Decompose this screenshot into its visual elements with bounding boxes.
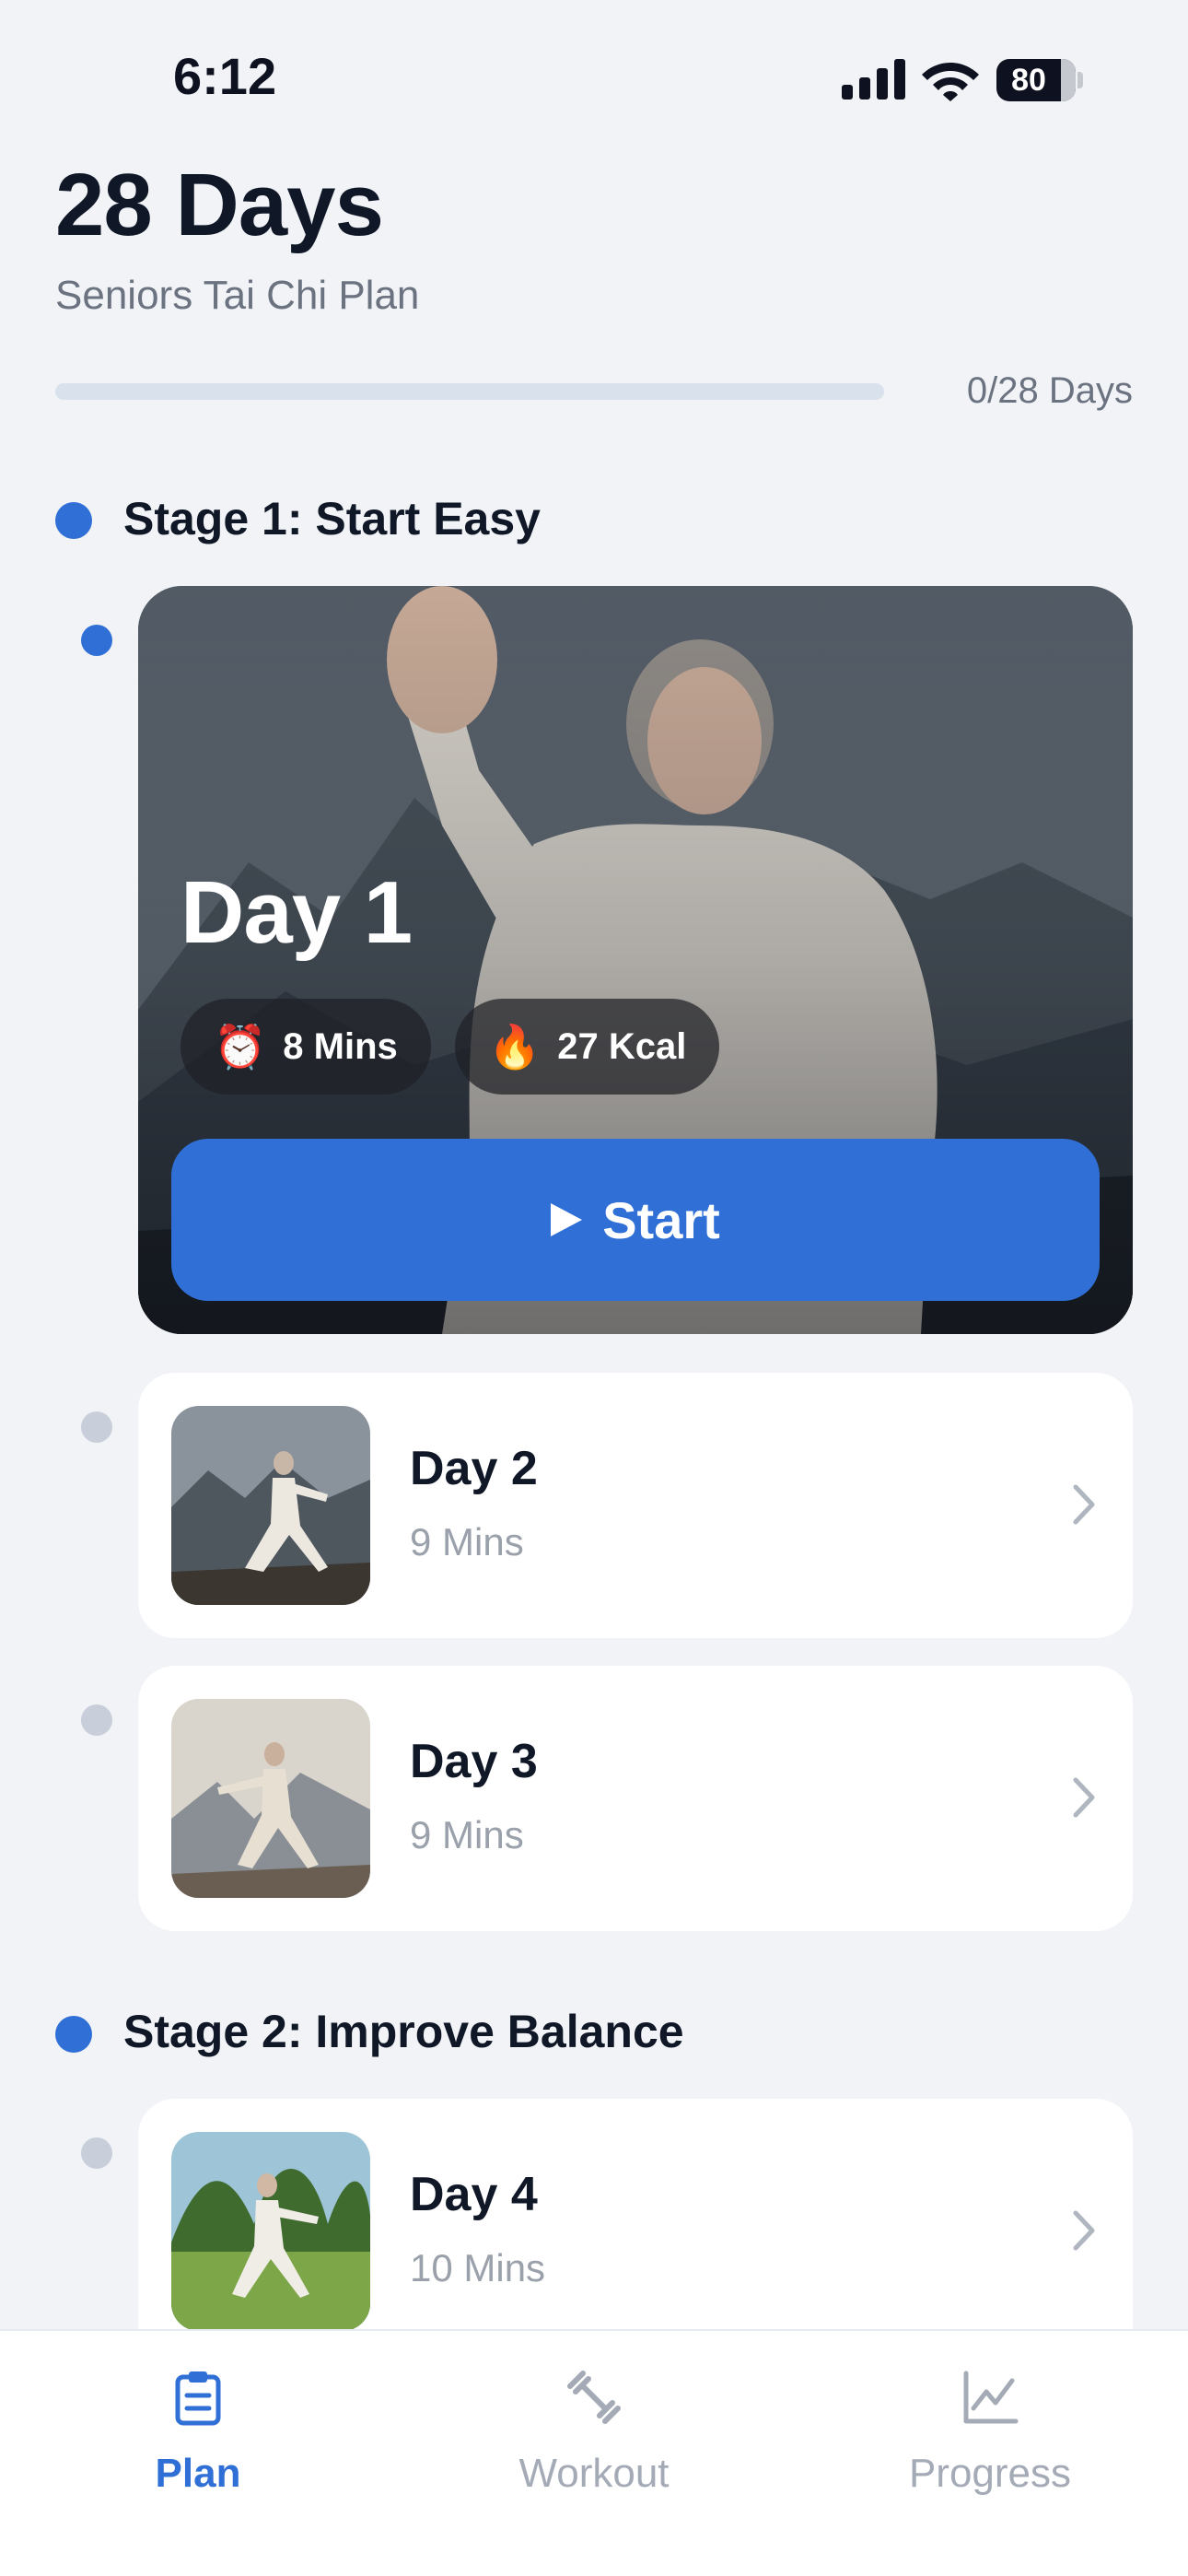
timeline-dot bbox=[81, 1704, 112, 1736]
day-duration: 9 Mins bbox=[410, 1813, 524, 1856]
chevron-right-icon bbox=[1073, 1777, 1095, 1818]
timeline-dot bbox=[81, 2137, 112, 2169]
day-card[interactable]: Day 4 10 Mins bbox=[138, 2099, 1133, 2364]
day-card[interactable]: Day 3 9 Mins bbox=[138, 1666, 1133, 1931]
tab-plan[interactable]: Plan bbox=[0, 2331, 396, 2515]
day-card[interactable]: Day 2 9 Mins bbox=[138, 1373, 1133, 1638]
start-button[interactable]: Start bbox=[171, 1139, 1100, 1301]
tab-workout[interactable]: Workout bbox=[396, 2331, 792, 2515]
day-title: Day 4 bbox=[410, 2168, 538, 2221]
tab-label: Progress bbox=[908, 2451, 1072, 2496]
day-title: Day 2 bbox=[410, 1442, 538, 1495]
plan-progress-bar bbox=[55, 383, 884, 400]
featured-day-title: Day 1 bbox=[181, 863, 413, 962]
status-time: 6:12 bbox=[173, 47, 277, 105]
stage-title: Stage 2: Improve Balance bbox=[123, 2006, 684, 2057]
timeline-dot bbox=[81, 1411, 112, 1443]
duration-badge: ⏰ 8 Mins bbox=[181, 999, 431, 1095]
tab-label: Plan bbox=[155, 2451, 241, 2496]
battery-icon: 80 bbox=[996, 59, 1083, 101]
fire-icon: 🔥 bbox=[488, 1023, 542, 1071]
wifi-icon bbox=[922, 63, 979, 101]
page-title: 28 Days bbox=[55, 156, 384, 254]
chart-line-icon bbox=[963, 2371, 1019, 2424]
duration-text: 8 Mins bbox=[283, 1025, 398, 1067]
timeline-dot bbox=[81, 625, 112, 656]
day-duration: 10 Mins bbox=[410, 2246, 546, 2289]
plan-progress-text: 0/28 Days bbox=[966, 370, 1133, 411]
tab-bar: Plan Workout Progress bbox=[0, 2329, 1188, 2576]
day-title: Day 3 bbox=[410, 1735, 538, 1788]
page-subtitle: Seniors Tai Chi Plan bbox=[55, 273, 420, 318]
play-icon bbox=[551, 1203, 583, 1236]
day-1-card[interactable]: Day 1 ⏰ 8 Mins 🔥 27 Kcal Start bbox=[138, 586, 1133, 1334]
calories-badge: 🔥 27 Kcal bbox=[455, 999, 720, 1095]
dumbbell-icon bbox=[567, 2371, 621, 2424]
signal-icon bbox=[842, 59, 905, 100]
stage-title: Stage 1: Start Easy bbox=[123, 493, 541, 544]
calories-text: 27 Kcal bbox=[557, 1025, 687, 1067]
day-thumbnail bbox=[171, 1699, 370, 1898]
alarm-clock-icon: ⏰ bbox=[214, 1023, 267, 1071]
stage-marker bbox=[55, 502, 92, 539]
tab-label: Workout bbox=[518, 2451, 670, 2496]
battery-level: 80 bbox=[1011, 63, 1046, 98]
chevron-right-icon bbox=[1073, 1484, 1095, 1525]
chevron-right-icon bbox=[1073, 2210, 1095, 2251]
clipboard-icon bbox=[175, 2371, 221, 2426]
start-label: Start bbox=[602, 1190, 720, 1249]
day-thumbnail bbox=[171, 1406, 370, 1605]
status-bar: 6:12 80 bbox=[0, 0, 1188, 138]
day-duration: 9 Mins bbox=[410, 1520, 524, 1563]
stage-marker bbox=[55, 2016, 92, 2053]
tab-progress[interactable]: Progress bbox=[792, 2331, 1188, 2515]
day-thumbnail bbox=[171, 2132, 370, 2331]
